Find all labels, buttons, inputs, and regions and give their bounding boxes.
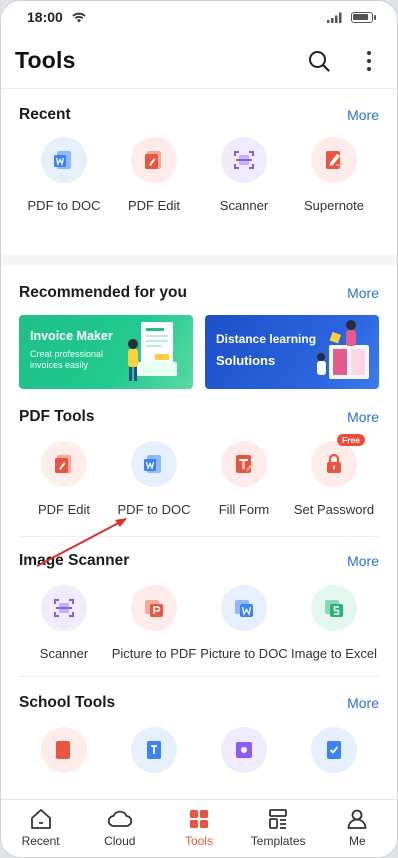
bottom-nav: Recent Cloud Tools Templates Me	[1, 799, 397, 857]
nav-label: Tools	[184, 834, 213, 848]
picture-doc-icon	[235, 600, 253, 617]
person-icon	[347, 809, 367, 829]
free-badge: Free	[337, 434, 365, 446]
nav-tools[interactable]: Tools	[164, 807, 234, 848]
picture-pdf-icon	[145, 600, 163, 617]
recommended-more-link[interactable]: More	[347, 285, 379, 301]
recommended-banners: Invoice Maker Creat professional invoice…	[19, 303, 379, 389]
excel-icon	[325, 600, 343, 617]
cloud-icon	[107, 810, 132, 827]
image-scan-icon	[236, 742, 252, 758]
pdf-tools-more-link[interactable]: More	[347, 409, 379, 425]
learning-illustration-icon	[317, 320, 369, 379]
section-title-school-tools: School Tools	[19, 694, 116, 711]
tool-pdf-edit[interactable]: PDF Edit	[19, 441, 109, 518]
tool-label: Image to Excel	[291, 646, 377, 661]
tool-label: Supernote	[304, 198, 364, 213]
app-header: Tools	[1, 33, 397, 89]
home-icon	[30, 809, 51, 829]
tool-picture-to-doc[interactable]: Picture to DOC	[199, 585, 289, 662]
tool-label: PDF to DOC	[117, 502, 191, 517]
tool-label: PDF to DOC	[27, 198, 101, 213]
tool-pdf-to-doc[interactable]: PDF to DOC	[109, 441, 199, 518]
checklist-icon	[327, 741, 341, 759]
invoice-illustration-icon	[128, 322, 187, 381]
tool-label: Scanner	[219, 198, 269, 213]
tools-card: Recommended for you More Invoice Maker C…	[1, 265, 397, 799]
school-tools-grid	[19, 713, 379, 773]
word-doc-icon	[144, 455, 161, 473]
tool-pdf-edit[interactable]: PDF Edit	[109, 137, 199, 214]
supernote-icon	[326, 151, 343, 169]
scanner-icon	[234, 151, 254, 169]
tool-label: Fill Form	[218, 502, 270, 517]
banner-subtitle: Creat professional invoices easily	[30, 349, 104, 370]
section-title-image-scanner: Image Scanner	[19, 552, 130, 569]
tool-image-to-excel[interactable]: Image to Excel	[289, 585, 379, 662]
image-scanner-grid: Scanner Picture to PDF Picture to DOC Im…	[19, 571, 379, 662]
banner-distance-learning[interactable]: Distance learning Solutions	[205, 315, 379, 389]
more-vertical-icon	[367, 50, 371, 71]
tool-label: Set Password	[293, 502, 375, 517]
recent-card: Recent More PDF to DOC PDF Edit Scanner …	[1, 89, 397, 255]
tool-label: PDF Edit	[37, 502, 90, 517]
page-title: Tools	[15, 47, 76, 73]
status-bar: 18:00	[1, 1, 397, 33]
search-button[interactable]	[305, 47, 333, 75]
tool-set-password[interactable]: Free Set Password	[289, 434, 379, 518]
nav-label: Me	[349, 834, 366, 848]
status-time: 18:00	[27, 9, 63, 25]
tools-grid-icon	[189, 810, 208, 828]
section-title-recommended: Recommended for you	[19, 284, 187, 301]
tool-school-3[interactable]	[199, 727, 289, 773]
banner-invoice-maker[interactable]: Invoice Maker Creat professional invoice…	[19, 315, 193, 389]
tool-scanner[interactable]: Scanner	[19, 585, 109, 662]
tool-school-2[interactable]	[109, 727, 199, 773]
tool-picture-to-pdf[interactable]: Picture to PDF	[109, 585, 199, 662]
nav-templates[interactable]: Templates	[243, 807, 313, 848]
nav-label: Cloud	[104, 834, 136, 848]
section-title-recent: Recent	[19, 106, 71, 123]
tool-label: Picture to PDF	[111, 646, 197, 661]
banner-title: Invoice Maker	[30, 329, 113, 343]
tool-school-4[interactable]	[289, 727, 379, 773]
tool-supernote[interactable]: Supernote	[289, 137, 379, 214]
pdf-edit-icon	[55, 455, 71, 473]
signal-icon	[327, 12, 342, 23]
recent-more-link[interactable]: More	[347, 107, 379, 123]
templates-icon	[269, 809, 288, 829]
tool-label: PDF Edit	[127, 198, 180, 213]
pdf-tools-grid: PDF Edit PDF to DOC Fill Form Free Set P…	[19, 427, 379, 518]
battery-icon	[351, 11, 376, 23]
tool-label: Picture to DOC	[200, 646, 288, 661]
nav-label: Templates	[250, 834, 306, 848]
image-scanner-more-link[interactable]: More	[347, 553, 379, 569]
wifi-icon	[72, 12, 86, 23]
phone-screen: 18:00 Tools Recent More PDF to DOC PDF E…	[0, 0, 398, 858]
banner-title: Distance learning	[216, 332, 317, 346]
scanner-icon	[54, 599, 74, 617]
word-doc-icon	[54, 151, 71, 169]
nav-cloud[interactable]: Cloud	[85, 807, 155, 848]
pdf-edit-icon	[145, 151, 161, 169]
tool-fill-form[interactable]: Fill Form	[199, 441, 289, 518]
lock-icon	[327, 453, 341, 473]
tool-pdf-to-doc[interactable]: PDF to DOC	[19, 137, 109, 214]
section-title-pdf-tools: PDF Tools	[19, 408, 95, 425]
text-doc-icon	[147, 741, 161, 759]
school-tools-more-link[interactable]: More	[347, 695, 379, 711]
nav-label: Recent	[21, 834, 60, 848]
fill-form-icon	[236, 455, 254, 473]
nav-me[interactable]: Me	[322, 807, 392, 848]
more-options-button[interactable]	[355, 47, 383, 75]
note-icon	[56, 741, 70, 759]
nav-recent[interactable]: Recent	[6, 807, 76, 848]
tools-content[interactable]: Recent More PDF to DOC PDF Edit Scanner …	[1, 89, 397, 799]
search-icon	[309, 50, 330, 72]
tool-scanner[interactable]: Scanner	[199, 137, 289, 214]
tool-school-1[interactable]	[19, 727, 109, 773]
banner-subtitle: Solutions	[216, 353, 276, 368]
recent-grid: PDF to DOC PDF Edit Scanner Supernote	[19, 125, 379, 214]
tool-label: Scanner	[39, 646, 89, 661]
